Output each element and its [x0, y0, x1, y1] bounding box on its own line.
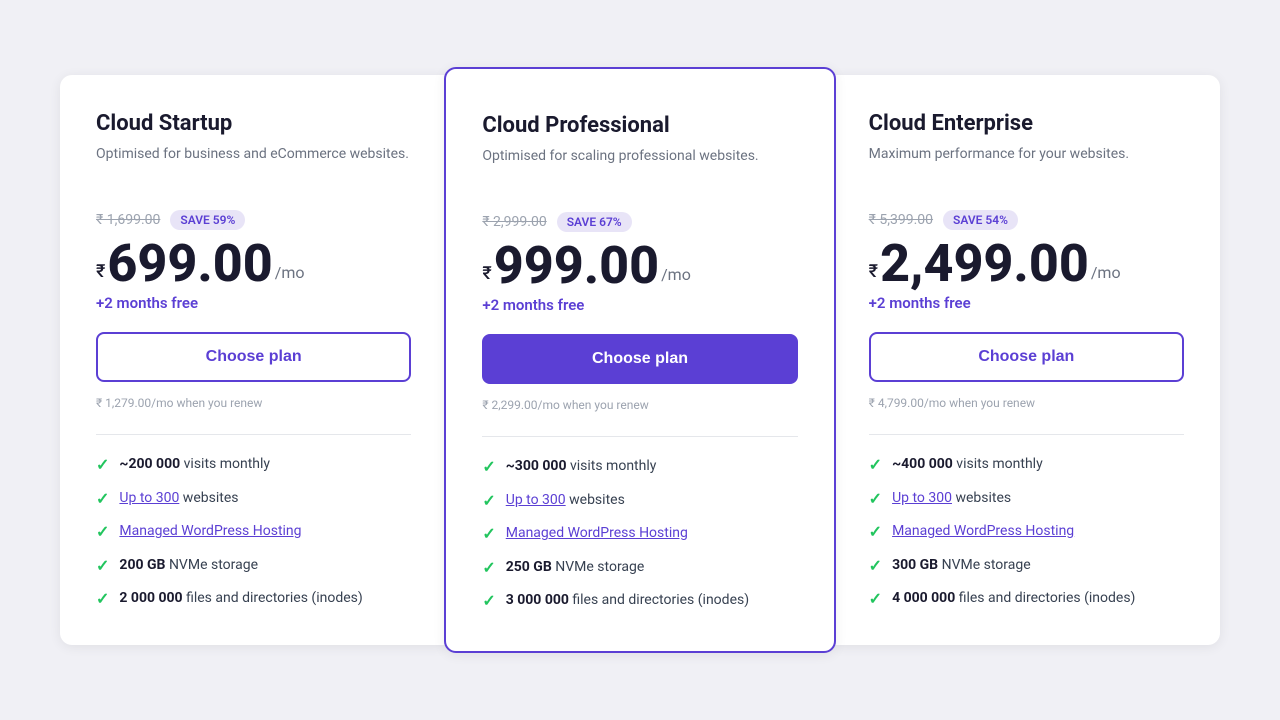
- original-pricing: ₹ 5,399.00 SAVE 54%: [869, 210, 1184, 230]
- renew-price: ₹ 1,279.00/mo when you renew: [96, 396, 411, 410]
- choose-plan-button[interactable]: Choose plan: [96, 332, 411, 382]
- feature-text: Up to 300 websites: [892, 489, 1011, 509]
- plan-description: Optimised for business and eCommerce web…: [96, 146, 411, 186]
- feature-link[interactable]: Up to 300: [119, 490, 179, 506]
- check-icon: ✓: [869, 489, 882, 508]
- feature-text: Up to 300 websites: [119, 489, 238, 509]
- months-free: +2 months free: [869, 294, 1184, 312]
- feature-text: Managed WordPress Hosting: [119, 522, 301, 542]
- feature-item: ✓ ~200 000 visits monthly: [96, 455, 411, 475]
- feature-link[interactable]: Up to 300: [892, 490, 952, 506]
- feature-item: ✓ 2 000 000 files and directories (inode…: [96, 589, 411, 609]
- divider: [869, 434, 1184, 435]
- feature-item: ✓ 4 000 000 files and directories (inode…: [869, 589, 1184, 609]
- choose-plan-button[interactable]: Choose plan: [869, 332, 1184, 382]
- feature-text: 250 GB NVMe storage: [506, 558, 645, 578]
- price-period: /mo: [1091, 263, 1121, 282]
- feature-text: Managed WordPress Hosting: [892, 522, 1074, 542]
- save-badge: SAVE 54%: [943, 210, 1018, 230]
- check-icon: ✓: [96, 556, 109, 575]
- renew-price: ₹ 4,799.00/mo when you renew: [869, 396, 1184, 410]
- currency-symbol: ₹: [869, 261, 878, 282]
- feature-item: ✓ Managed WordPress Hosting: [482, 524, 797, 544]
- feature-item: ✓ Managed WordPress Hosting: [96, 522, 411, 542]
- divider: [96, 434, 411, 435]
- check-icon: ✓: [869, 522, 882, 541]
- feature-text: Up to 300 websites: [506, 491, 625, 511]
- feature-item: ✓ ~400 000 visits monthly: [869, 455, 1184, 475]
- check-icon: ✓: [482, 457, 495, 476]
- check-icon: ✓: [482, 558, 495, 577]
- original-price: ₹ 5,399.00: [869, 212, 933, 228]
- check-icon: ✓: [869, 589, 882, 608]
- price-period: /mo: [661, 265, 691, 284]
- original-pricing: ₹ 1,699.00 SAVE 59%: [96, 210, 411, 230]
- feature-link[interactable]: Up to 300: [506, 492, 566, 508]
- feature-text: 2 000 000 files and directories (inodes): [119, 589, 362, 609]
- plan-description: Optimised for scaling professional websi…: [482, 148, 797, 188]
- check-icon: ✓: [482, 591, 495, 610]
- feature-list: ✓ ~400 000 visits monthly ✓ Up to 300 we…: [869, 455, 1184, 609]
- feature-text: ~300 000 visits monthly: [506, 457, 657, 477]
- check-icon: ✓: [869, 556, 882, 575]
- plan-name: Cloud Startup: [96, 111, 411, 136]
- plan-description: Maximum performance for your websites.: [869, 146, 1184, 186]
- check-icon: ✓: [96, 589, 109, 608]
- feature-item: ✓ Up to 300 websites: [96, 489, 411, 509]
- original-pricing: ₹ 2,999.00 SAVE 67%: [482, 212, 797, 232]
- check-icon: ✓: [482, 524, 495, 543]
- price-row: ₹ 999.00 /mo: [482, 240, 797, 292]
- renew-price: ₹ 2,299.00/mo when you renew: [482, 398, 797, 412]
- plan-name: Cloud Enterprise: [869, 111, 1184, 136]
- feature-text: 300 GB NVMe storage: [892, 556, 1031, 576]
- feature-text: 3 000 000 files and directories (inodes): [506, 591, 749, 611]
- divider: [482, 436, 797, 437]
- feature-link[interactable]: Managed WordPress Hosting: [892, 523, 1074, 539]
- save-badge: SAVE 67%: [557, 212, 632, 232]
- pricing-section: Cloud Startup Optimised for business and…: [0, 55, 1280, 665]
- check-icon: ✓: [96, 489, 109, 508]
- feature-text: 200 GB NVMe storage: [119, 556, 258, 576]
- feature-text: Managed WordPress Hosting: [506, 524, 688, 544]
- feature-item: ✓ 3 000 000 files and directories (inode…: [482, 591, 797, 611]
- feature-item: ✓ Up to 300 websites: [869, 489, 1184, 509]
- original-price: ₹ 1,699.00: [96, 212, 160, 228]
- currency-symbol: ₹: [96, 261, 105, 282]
- currency-symbol: ₹: [482, 263, 491, 284]
- save-badge: SAVE 59%: [170, 210, 245, 230]
- pricing-card-enterprise: Cloud Enterprise Maximum performance for…: [833, 75, 1220, 645]
- feature-item: ✓ ~300 000 visits monthly: [482, 457, 797, 477]
- months-free: +2 months free: [96, 294, 411, 312]
- feature-list: ✓ ~200 000 visits monthly ✓ Up to 300 we…: [96, 455, 411, 609]
- check-icon: ✓: [96, 455, 109, 474]
- plan-name: Cloud Professional: [482, 113, 797, 138]
- pricing-card-professional: Cloud Professional Optimised for scaling…: [444, 67, 835, 653]
- feature-list: ✓ ~300 000 visits monthly ✓ Up to 300 we…: [482, 457, 797, 611]
- months-free: +2 months free: [482, 296, 797, 314]
- price-main: 999.00: [494, 240, 659, 292]
- check-icon: ✓: [96, 522, 109, 541]
- price-main: 699.00: [107, 238, 272, 290]
- pricing-card-startup: Cloud Startup Optimised for business and…: [60, 75, 447, 645]
- original-price: ₹ 2,999.00: [482, 214, 546, 230]
- feature-item: ✓ Managed WordPress Hosting: [869, 522, 1184, 542]
- feature-item: ✓ 250 GB NVMe storage: [482, 558, 797, 578]
- price-row: ₹ 2,499.00 /mo: [869, 238, 1184, 290]
- choose-plan-button[interactable]: Choose plan: [482, 334, 797, 384]
- check-icon: ✓: [482, 491, 495, 510]
- price-main: 2,499.00: [880, 238, 1089, 290]
- check-icon: ✓: [869, 455, 882, 474]
- feature-item: ✓ Up to 300 websites: [482, 491, 797, 511]
- feature-text: 4 000 000 files and directories (inodes): [892, 589, 1135, 609]
- price-period: /mo: [275, 263, 305, 282]
- feature-text: ~200 000 visits monthly: [119, 455, 270, 475]
- feature-text: ~400 000 visits monthly: [892, 455, 1043, 475]
- feature-item: ✓ 200 GB NVMe storage: [96, 556, 411, 576]
- price-row: ₹ 699.00 /mo: [96, 238, 411, 290]
- feature-link[interactable]: Managed WordPress Hosting: [506, 525, 688, 541]
- feature-item: ✓ 300 GB NVMe storage: [869, 556, 1184, 576]
- feature-link[interactable]: Managed WordPress Hosting: [119, 523, 301, 539]
